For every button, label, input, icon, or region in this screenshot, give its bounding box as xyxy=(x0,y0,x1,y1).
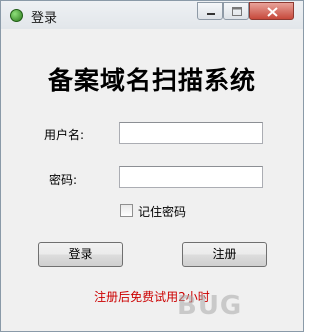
username-input[interactable] xyxy=(119,122,263,144)
register-button[interactable]: 注册 xyxy=(182,242,267,267)
watermark-logo: BUG xyxy=(177,291,243,321)
username-label: 用户名: xyxy=(44,128,85,142)
login-button[interactable]: 登录 xyxy=(38,242,123,267)
window-title: 登录 xyxy=(31,11,58,26)
remember-password-checkbox[interactable] xyxy=(120,204,133,217)
title-bar[interactable]: 登录 xyxy=(1,1,303,29)
close-icon xyxy=(267,7,278,17)
trial-notice: 注册后免费试用2小时 xyxy=(94,290,210,304)
app-icon xyxy=(10,9,23,22)
password-input[interactable] xyxy=(119,166,263,188)
minimize-icon xyxy=(207,13,215,15)
close-button[interactable] xyxy=(249,2,294,20)
remember-password-label[interactable]: 记住密码 xyxy=(138,203,186,220)
maximize-button[interactable] xyxy=(223,2,249,20)
minimize-button[interactable] xyxy=(197,2,223,20)
page-title: 备案域名扫描系统 xyxy=(47,66,256,95)
maximize-icon xyxy=(232,7,242,16)
password-label: 密码: xyxy=(49,173,78,187)
login-window: 登录 备案域名扫描系统 用户名: 密码: 记住密码 登录 注册 注册后免费试用2… xyxy=(0,0,304,332)
login-form: 备案域名扫描系统 用户名: 密码: 记住密码 登录 注册 注册后免费试用2小时 xyxy=(8,30,296,325)
